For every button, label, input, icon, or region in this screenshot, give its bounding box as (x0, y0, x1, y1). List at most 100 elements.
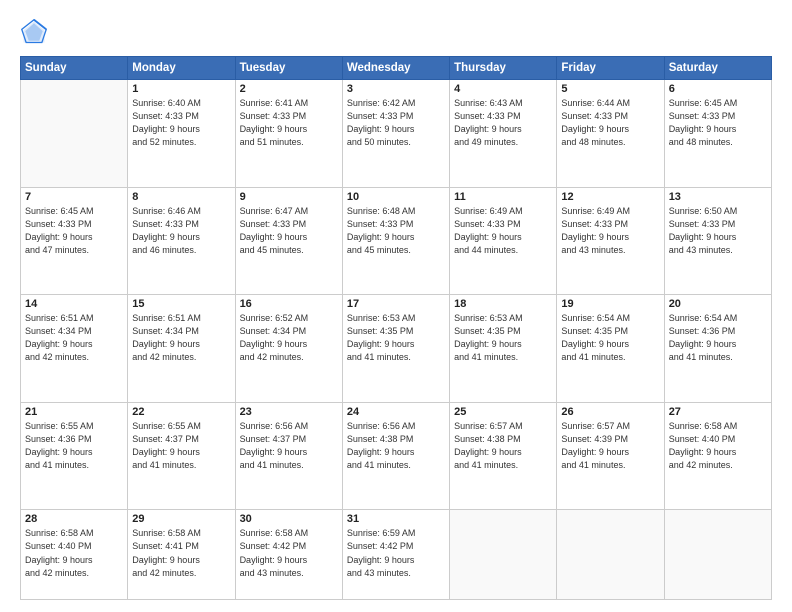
day-number: 21 (25, 406, 123, 418)
day-number: 16 (240, 298, 338, 310)
calendar-cell: 9 Sunrise: 6:47 AM Sunset: 4:33 PM Daylig… (235, 187, 342, 295)
day-number: 23 (240, 406, 338, 418)
day-number: 2 (240, 83, 338, 95)
day-info: Sunrise: 6:54 AM Sunset: 4:35 PM Dayligh… (561, 312, 659, 364)
calendar-cell: 16 Sunrise: 6:52 AM Sunset: 4:34 PM Dayli… (235, 295, 342, 403)
calendar-week-row: 1 Sunrise: 6:40 AM Sunset: 4:33 PM Daylig… (21, 80, 772, 188)
day-number: 13 (669, 191, 767, 203)
calendar-cell: 31 Sunrise: 6:59 AM Sunset: 4:42 PM Dayli… (342, 510, 449, 600)
day-number: 3 (347, 83, 445, 95)
day-number: 5 (561, 83, 659, 95)
day-number: 24 (347, 406, 445, 418)
header (20, 18, 772, 46)
day-number: 1 (132, 83, 230, 95)
day-info: Sunrise: 6:51 AM Sunset: 4:34 PM Dayligh… (25, 312, 123, 364)
calendar-day-header: Friday (557, 57, 664, 80)
day-number: 28 (25, 513, 123, 525)
calendar-cell (664, 510, 771, 600)
calendar-cell: 8 Sunrise: 6:46 AM Sunset: 4:33 PM Daylig… (128, 187, 235, 295)
calendar-day-header: Saturday (664, 57, 771, 80)
day-info: Sunrise: 6:58 AM Sunset: 4:40 PM Dayligh… (669, 420, 767, 472)
day-number: 29 (132, 513, 230, 525)
day-number: 22 (132, 406, 230, 418)
calendar-cell: 15Sunrise: 6:51 AM Sunset: 4:34 PM Dayli… (128, 295, 235, 403)
calendar-cell: 28Sunrise: 6:58 AM Sunset: 4:40 PM Dayli… (21, 510, 128, 600)
calendar-cell: 6 Sunrise: 6:45 AM Sunset: 4:33 PM Daylig… (664, 80, 771, 188)
day-number: 31 (347, 513, 445, 525)
day-info: Sunrise: 6:52 AM Sunset: 4:34 PM Dayligh… (240, 312, 338, 364)
calendar-day-header: Tuesday (235, 57, 342, 80)
calendar-cell: 5 Sunrise: 6:44 AM Sunset: 4:33 PM Daylig… (557, 80, 664, 188)
calendar-cell: 20 Sunrise: 6:54 AM Sunset: 4:36 PM Dayli… (664, 295, 771, 403)
day-info: Sunrise: 6:49 AM Sunset: 4:33 PM Dayligh… (454, 205, 552, 257)
calendar-cell: 18Sunrise: 6:53 AM Sunset: 4:35 PM Dayli… (450, 295, 557, 403)
day-number: 14 (25, 298, 123, 310)
calendar-cell: 29 Sunrise: 6:58 AM Sunset: 4:41 PM Dayli… (128, 510, 235, 600)
day-info: Sunrise: 6:53 AM Sunset: 4:35 PM Dayligh… (347, 312, 445, 364)
calendar-page: SundayMondayTuesdayWednesdayThursdayFrid… (0, 0, 792, 612)
day-number: 27 (669, 406, 767, 418)
calendar-cell: 11 Sunrise: 6:49 AM Sunset: 4:33 PM Dayli… (450, 187, 557, 295)
day-info: Sunrise: 6:46 AM Sunset: 4:33 PM Dayligh… (132, 205, 230, 257)
calendar-cell: 21 Sunrise: 6:55 AM Sunset: 4:36 PM Dayli… (21, 402, 128, 510)
calendar-week-row: 14 Sunrise: 6:51 AM Sunset: 4:34 PM Dayli… (21, 295, 772, 403)
calendar-cell: 12 Sunrise: 6:49 AM Sunset: 4:33 PM Dayli… (557, 187, 664, 295)
day-number: 4 (454, 83, 552, 95)
day-number: 25 (454, 406, 552, 418)
calendar-day-header: Thursday (450, 57, 557, 80)
calendar-day-header: Sunday (21, 57, 128, 80)
day-info: Sunrise: 6:56 AM Sunset: 4:38 PM Dayligh… (347, 420, 445, 472)
calendar-week-row: 21 Sunrise: 6:55 AM Sunset: 4:36 PM Dayli… (21, 402, 772, 510)
calendar-cell: 22 Sunrise: 6:55 AM Sunset: 4:37 PM Dayli… (128, 402, 235, 510)
calendar-cell (557, 510, 664, 600)
day-info: Sunrise: 6:48 AM Sunset: 4:33 PM Dayligh… (347, 205, 445, 257)
day-info: Sunrise: 6:45 AM Sunset: 4:33 PM Dayligh… (669, 97, 767, 149)
day-info: Sunrise: 6:58 AM Sunset: 4:42 PM Dayligh… (240, 527, 338, 579)
day-info: Sunrise: 6:54 AM Sunset: 4:36 PM Dayligh… (669, 312, 767, 364)
day-info: Sunrise: 6:49 AM Sunset: 4:33 PM Dayligh… (561, 205, 659, 257)
day-info: Sunrise: 6:57 AM Sunset: 4:39 PM Dayligh… (561, 420, 659, 472)
calendar-day-header: Wednesday (342, 57, 449, 80)
day-number: 10 (347, 191, 445, 203)
day-number: 9 (240, 191, 338, 203)
calendar-cell: 1 Sunrise: 6:40 AM Sunset: 4:33 PM Daylig… (128, 80, 235, 188)
calendar-cell: 13 Sunrise: 6:50 AM Sunset: 4:33 PM Dayli… (664, 187, 771, 295)
calendar-header-row: SundayMondayTuesdayWednesdayThursdayFrid… (21, 57, 772, 80)
day-number: 8 (132, 191, 230, 203)
calendar-cell: 10 Sunrise: 6:48 AM Sunset: 4:33 PM Dayli… (342, 187, 449, 295)
calendar-week-row: 28Sunrise: 6:58 AM Sunset: 4:40 PM Dayli… (21, 510, 772, 600)
day-info: Sunrise: 6:55 AM Sunset: 4:37 PM Dayligh… (132, 420, 230, 472)
day-info: Sunrise: 6:42 AM Sunset: 4:33 PM Dayligh… (347, 97, 445, 149)
calendar-cell: 17 Sunrise: 6:53 AM Sunset: 4:35 PM Dayli… (342, 295, 449, 403)
calendar-cell: 23 Sunrise: 6:56 AM Sunset: 4:37 PM Dayli… (235, 402, 342, 510)
day-info: Sunrise: 6:55 AM Sunset: 4:36 PM Dayligh… (25, 420, 123, 472)
calendar-cell: 19 Sunrise: 6:54 AM Sunset: 4:35 PM Dayli… (557, 295, 664, 403)
day-number: 19 (561, 298, 659, 310)
day-info: Sunrise: 6:43 AM Sunset: 4:33 PM Dayligh… (454, 97, 552, 149)
day-info: Sunrise: 6:57 AM Sunset: 4:38 PM Dayligh… (454, 420, 552, 472)
day-info: Sunrise: 6:44 AM Sunset: 4:33 PM Dayligh… (561, 97, 659, 149)
day-info: Sunrise: 6:50 AM Sunset: 4:33 PM Dayligh… (669, 205, 767, 257)
calendar-cell: 24 Sunrise: 6:56 AM Sunset: 4:38 PM Dayli… (342, 402, 449, 510)
day-info: Sunrise: 6:47 AM Sunset: 4:33 PM Dayligh… (240, 205, 338, 257)
calendar-week-row: 7Sunrise: 6:45 AM Sunset: 4:33 PM Daylig… (21, 187, 772, 295)
calendar-cell: 25 Sunrise: 6:57 AM Sunset: 4:38 PM Dayli… (450, 402, 557, 510)
calendar-table: SundayMondayTuesdayWednesdayThursdayFrid… (20, 56, 772, 600)
day-info: Sunrise: 6:58 AM Sunset: 4:41 PM Dayligh… (132, 527, 230, 579)
day-number: 15 (132, 298, 230, 310)
day-number: 17 (347, 298, 445, 310)
day-info: Sunrise: 6:53 AM Sunset: 4:35 PM Dayligh… (454, 312, 552, 364)
day-number: 20 (669, 298, 767, 310)
day-info: Sunrise: 6:56 AM Sunset: 4:37 PM Dayligh… (240, 420, 338, 472)
calendar-cell: 3 Sunrise: 6:42 AM Sunset: 4:33 PM Daylig… (342, 80, 449, 188)
logo (20, 18, 52, 46)
calendar-cell: 26Sunrise: 6:57 AM Sunset: 4:39 PM Dayli… (557, 402, 664, 510)
day-info: Sunrise: 6:59 AM Sunset: 4:42 PM Dayligh… (347, 527, 445, 579)
calendar-cell: 30Sunrise: 6:58 AM Sunset: 4:42 PM Dayli… (235, 510, 342, 600)
logo-icon (20, 18, 48, 46)
day-number: 11 (454, 191, 552, 203)
calendar-cell: 27 Sunrise: 6:58 AM Sunset: 4:40 PM Dayli… (664, 402, 771, 510)
day-number: 6 (669, 83, 767, 95)
day-info: Sunrise: 6:40 AM Sunset: 4:33 PM Dayligh… (132, 97, 230, 149)
day-number: 12 (561, 191, 659, 203)
